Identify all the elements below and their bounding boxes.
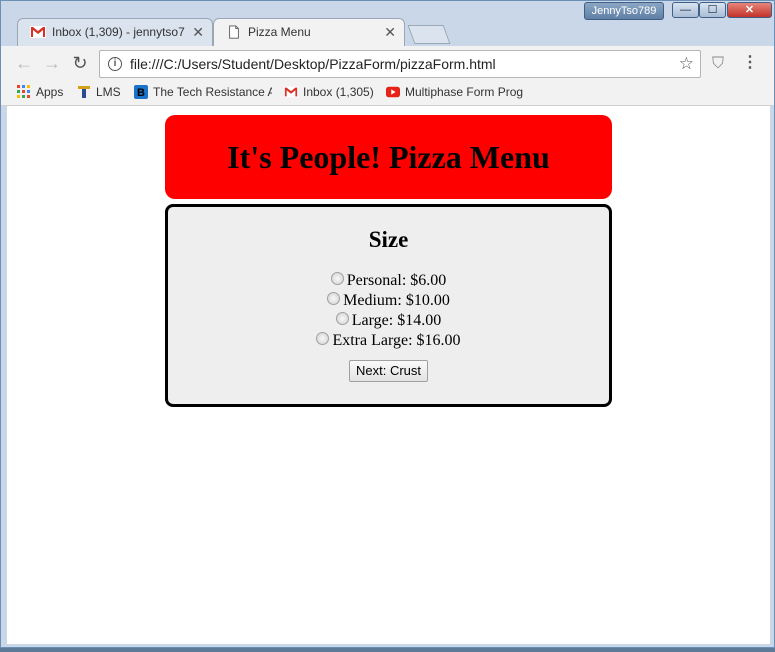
browser-menu-icon[interactable]: ⋮ [741,53,759,73]
lms-icon [78,85,90,98]
bookmark-label: Multiphase Form Prog [405,85,524,99]
tab-title: Inbox (1,309) - jennytso7 [52,25,185,39]
bookmark-label: The Tech Resistance A [153,85,272,99]
bookmark-multiphase-form[interactable]: Multiphase Form Prog [386,81,526,105]
page-title: It's People! Pizza Menu [227,138,550,175]
browser-window: JennyTso789 — ☐ ✕ Inbox (1,309) - jennyt… [0,0,775,648]
minimize-button[interactable]: — [672,2,699,18]
address-bar[interactable]: i file:///C:/Users/Student/Desktop/Pizza… [99,50,701,78]
taskbar-strip [0,648,775,652]
bookmark-tech-resistance[interactable]: B The Tech Resistance A [134,81,272,105]
radio-button[interactable] [316,331,330,345]
size-option-medium[interactable]: Medium: $10.00 [168,291,609,311]
size-option-large[interactable]: Large: $14.00 [168,311,609,331]
maximize-button[interactable]: ☐ [699,2,726,18]
bookmark-label: Apps [36,85,64,99]
new-tab-button[interactable] [407,25,451,44]
back-arrow-icon[interactable]: ← [13,52,35,74]
size-form: Size Personal: $6.00 Medium: $10.00 Larg… [165,204,612,407]
close-window-button[interactable]: ✕ [727,2,772,18]
tech-resistance-icon: B [134,84,148,99]
tab-inbox[interactable]: Inbox (1,309) - jennytso7 ✕ [17,18,213,46]
forward-arrow-icon[interactable]: → [41,52,63,74]
radio-button[interactable] [330,271,344,285]
section-title: Size [368,227,409,252]
option-label: Large: $14.00 [351,312,442,329]
bookmarks-bar: Apps LMS B The Tech Resistance A Inbox (… [1,81,774,106]
bookmark-label: Inbox (1,305) [303,85,374,99]
bookmark-label: LMS [96,85,121,99]
reload-icon[interactable]: ↻ [69,52,91,74]
menu-header: It's People! Pizza Menu [165,115,612,199]
shield-extension-icon[interactable]: ⛉ [709,55,727,73]
user-profile-badge[interactable]: JennyTso789 [584,2,664,20]
tab-pizza-menu[interactable]: Pizza Menu ✕ [213,18,405,46]
size-option-extra-large[interactable]: Extra Large: $16.00 [168,331,609,351]
option-label: Medium: $10.00 [343,292,450,309]
page-icon [229,25,239,39]
url-text[interactable]: file:///C:/Users/Student/Desktop/PizzaFo… [130,51,496,77]
radio-button[interactable] [335,311,349,325]
option-label: Personal: $6.00 [346,272,447,289]
page-viewport: It's People! Pizza Menu Size Personal: $… [7,106,770,644]
apps-grid-icon [17,84,30,98]
gmail-icon [284,86,298,98]
bookmark-lms[interactable]: LMS [77,81,121,105]
bookmark-star-icon[interactable]: ☆ [679,51,694,77]
browser-toolbar: ← → ↻ i file:///C:/Users/Student/Desktop… [1,46,774,81]
size-option-personal[interactable]: Personal: $6.00 [168,271,609,291]
svg-text:B: B [137,87,145,99]
next-crust-button[interactable]: Next: Crust [348,360,428,382]
tab-title: Pizza Menu [248,25,311,39]
bookmark-inbox[interactable]: Inbox (1,305) [284,81,374,105]
bookmark-apps[interactable]: Apps [17,81,63,105]
title-bar: JennyTso789 — ☐ ✕ Inbox (1,309) - jennyt… [1,1,774,46]
info-icon[interactable]: i [108,57,122,71]
youtube-icon [386,86,400,98]
tab-close-icon[interactable]: ✕ [384,19,396,45]
tab-close-icon[interactable]: ✕ [192,19,204,45]
gmail-icon [30,26,46,38]
option-label: Extra Large: $16.00 [332,332,461,349]
radio-button[interactable] [327,291,341,305]
